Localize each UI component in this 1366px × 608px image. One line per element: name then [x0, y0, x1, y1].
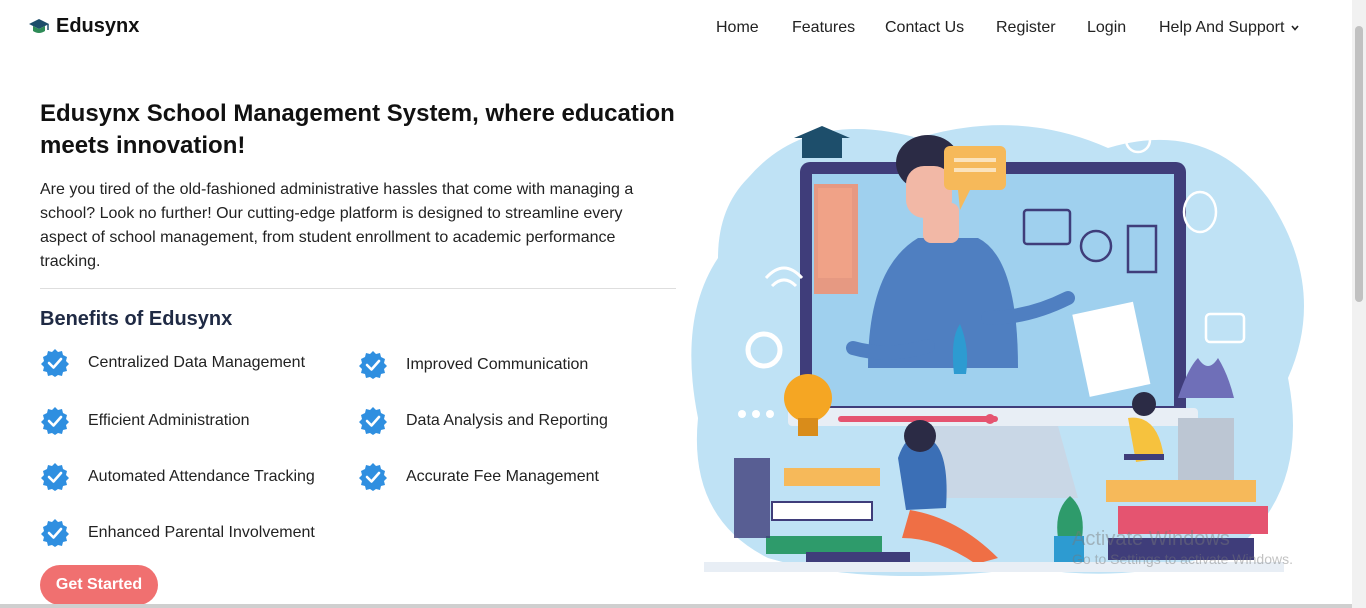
benefit-item: Improved Communication — [358, 350, 588, 380]
get-started-button[interactable]: Get Started — [40, 565, 158, 605]
benefit-label: Accurate Fee Management — [406, 468, 599, 485]
benefit-label: Automated Attendance Tracking — [88, 468, 315, 485]
bottom-edge — [0, 604, 1352, 608]
benefit-item: Efficient Administration — [40, 406, 250, 436]
divider — [40, 288, 676, 289]
benefit-label: Efficient Administration — [88, 412, 250, 429]
hero-illustration — [691, 125, 1304, 576]
check-badge-icon — [359, 463, 387, 491]
nav-contact-us[interactable]: Contact Us — [885, 19, 964, 37]
check-badge-icon — [41, 463, 69, 491]
benefit-item: Enhanced Parental Involvement — [40, 518, 315, 548]
watermark-title: Activate Windows — [1072, 528, 1230, 550]
benefit-item: Automated Attendance Tracking — [40, 462, 315, 492]
nav-login[interactable]: Login — [1087, 19, 1126, 37]
navbar: Edusynx Home Features Contact Us Registe… — [0, 0, 1352, 58]
lightbulb-orange — [784, 374, 832, 422]
benefit-label: Improved Communication — [406, 356, 589, 373]
graduation-cap-icon — [29, 18, 49, 33]
nav-home[interactable]: Home — [716, 19, 759, 37]
benefit-item: Centralized Data Management — [40, 348, 305, 378]
benefit-item: Data Analysis and Reporting — [358, 406, 608, 436]
benefit-item: Accurate Fee Management — [358, 462, 599, 492]
chevron-down-icon — [1291, 25, 1300, 31]
benefit-label: Centralized Data Management — [88, 354, 306, 371]
brand-name: Edusynx — [56, 15, 140, 37]
benefit-label: Data Analysis and Reporting — [406, 412, 608, 429]
check-badge-icon — [359, 351, 387, 379]
nav-help-and-support[interactable]: Help And Support — [1159, 19, 1300, 37]
scrollbar-thumb[interactable] — [1355, 26, 1363, 302]
check-badge-icon — [359, 407, 387, 435]
book-stack — [784, 468, 880, 486]
check-badge-icon — [41, 407, 69, 435]
nav-help-label: Help And Support — [1159, 19, 1285, 36]
watermark-subtitle: Go to Settings to activate Windows. — [1072, 551, 1293, 567]
benefits-title: Benefits of Edusynx — [40, 308, 233, 330]
scrollbar[interactable] — [1352, 0, 1366, 608]
nav-features[interactable]: Features — [792, 19, 855, 37]
nav-register[interactable]: Register — [996, 19, 1056, 37]
brand[interactable]: Edusynx — [28, 15, 139, 38]
page-title: Edusynx School Management System, where … — [40, 100, 675, 159]
check-badge-icon — [41, 349, 69, 377]
benefit-label: Enhanced Parental Involvement — [88, 524, 315, 541]
check-badge-icon — [41, 519, 69, 547]
intro-text: Are you tired of the old-fashioned admin… — [40, 181, 634, 270]
activate-windows-watermark: Activate Windows Go to Settings to activ… — [1072, 528, 1293, 567]
